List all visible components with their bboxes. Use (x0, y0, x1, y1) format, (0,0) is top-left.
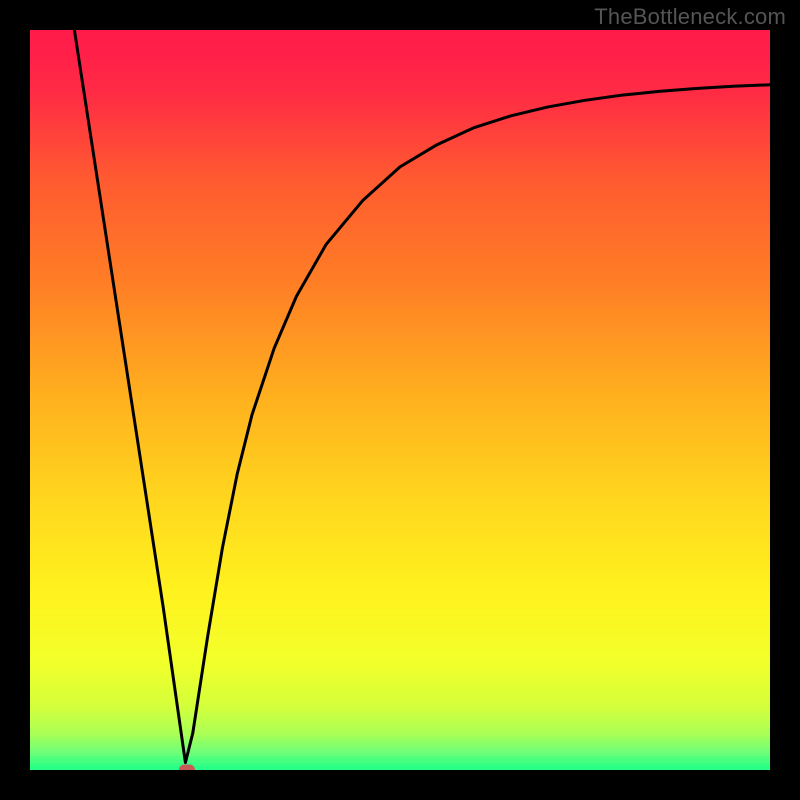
plot-area (30, 30, 770, 770)
optimum-marker (179, 765, 195, 771)
chart-frame: TheBottleneck.com (0, 0, 800, 800)
curve-layer (30, 30, 770, 770)
watermark-text: TheBottleneck.com (594, 4, 786, 30)
bottleneck-curve (74, 30, 770, 763)
